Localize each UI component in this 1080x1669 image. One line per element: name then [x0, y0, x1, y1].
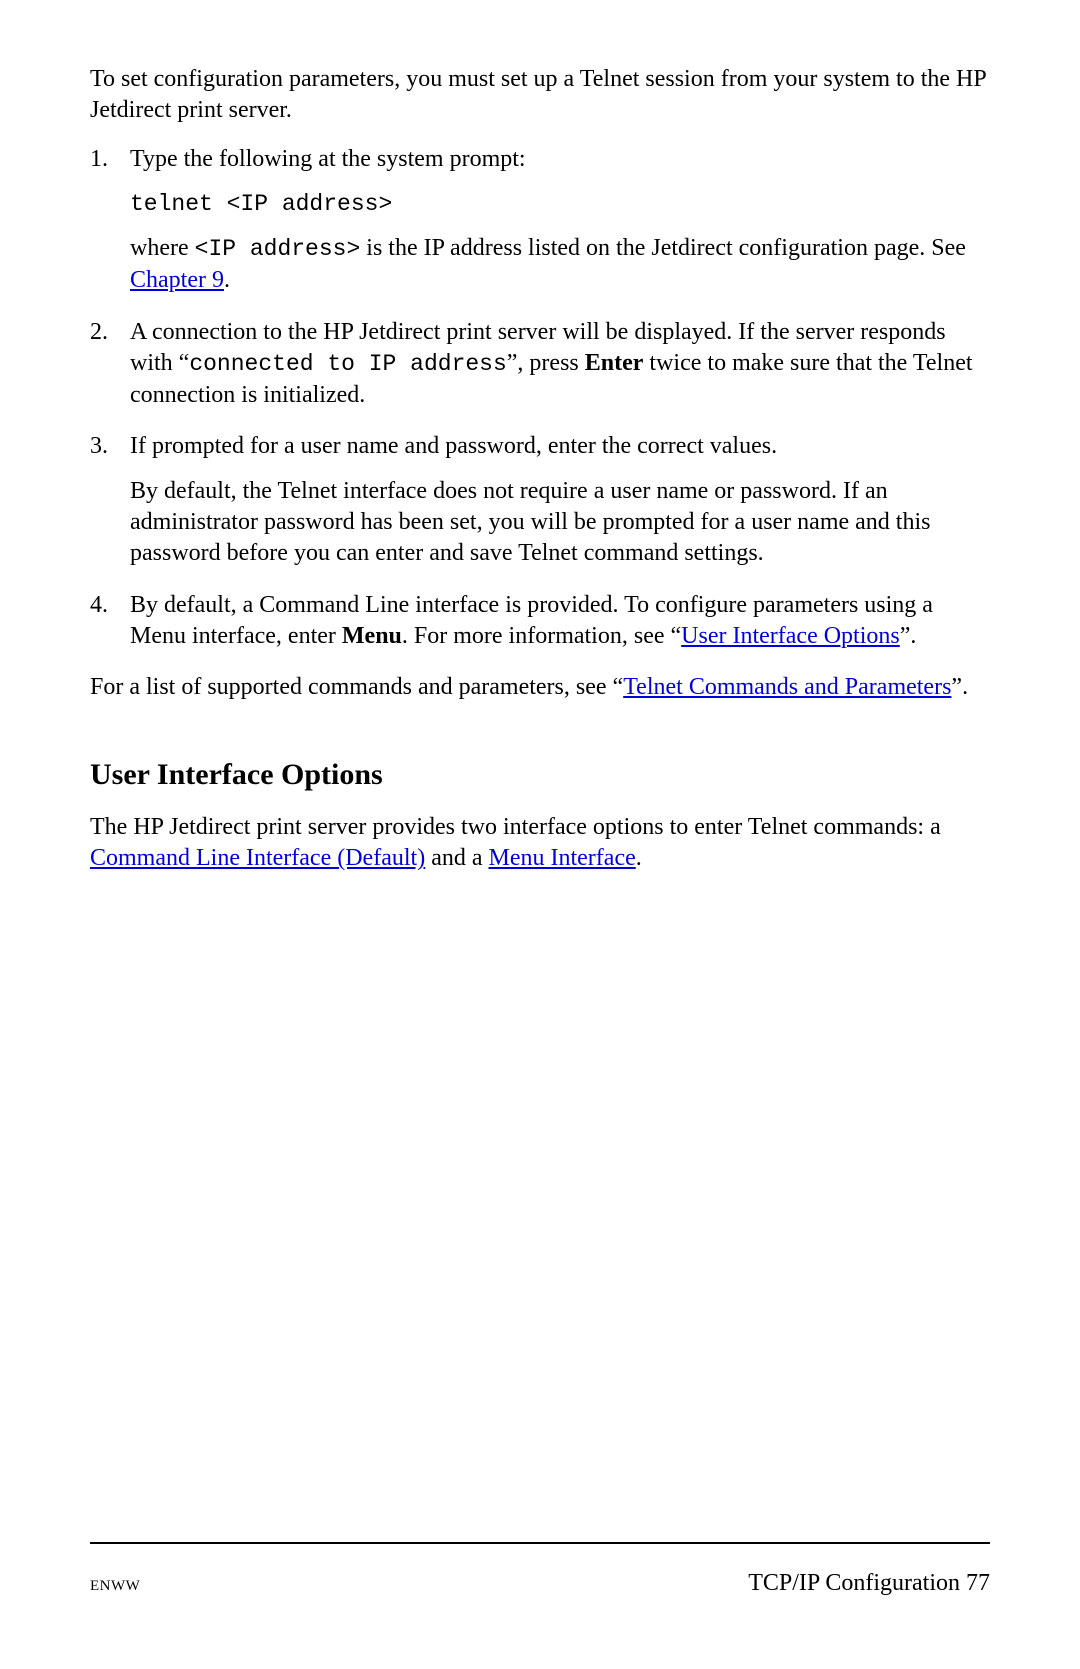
step-number: 2.	[90, 317, 130, 411]
step-4-text: By default, a Command Line interface is …	[130, 590, 990, 652]
page-number: 77	[966, 1570, 990, 1596]
cli-default-link[interactable]: Command Line Interface (Default)	[90, 845, 425, 871]
step-3-instruction: If prompted for a user name and password…	[130, 431, 990, 462]
menu-interface-link[interactable]: Menu Interface	[489, 845, 636, 871]
step-number: 3.	[90, 431, 130, 570]
telnet-command: telnet <IP address>	[130, 190, 990, 220]
step-number: 4.	[90, 590, 130, 652]
step-body: A connection to the HP Jetdirect print s…	[130, 317, 990, 411]
step-1: 1. Type the following at the system prom…	[90, 144, 990, 296]
ui-options-link[interactable]: User Interface Options	[681, 623, 900, 649]
step-4: 4. By default, a Command Line interface …	[90, 590, 990, 652]
ip-address-code: <IP address>	[195, 236, 361, 262]
step-1-instruction: Type the following at the system prompt:	[130, 144, 990, 175]
page-footer: ENWW TCP/IP Configuration 77	[90, 1542, 990, 1599]
text: ”, press	[507, 350, 585, 376]
telnet-commands-link[interactable]: Telnet Commands and Parameters	[623, 674, 951, 700]
text: ”.	[951, 674, 968, 700]
chapter-9-link[interactable]: Chapter 9	[130, 267, 224, 293]
menu-keyword: Menu	[342, 623, 402, 649]
step-body: If prompted for a user name and password…	[130, 431, 990, 570]
step-body: Type the following at the system prompt:…	[130, 144, 990, 296]
text: .	[224, 267, 230, 293]
step-2-text: A connection to the HP Jetdirect print s…	[130, 317, 990, 411]
ui-options-heading: User Interface Options	[90, 755, 990, 794]
step-1-where: where <IP address> is the IP address lis…	[130, 233, 990, 296]
text: is the IP address listed on the Jetdirec…	[360, 235, 966, 261]
ui-options-paragraph: The HP Jetdirect print server provides t…	[90, 812, 990, 874]
footer-left: ENWW	[90, 1577, 140, 1597]
step-number: 1.	[90, 144, 130, 296]
text: For a list of supported commands and par…	[90, 674, 623, 700]
connected-code: connected to IP address	[189, 351, 506, 377]
text: The HP Jetdirect print server provides t…	[90, 814, 941, 840]
step-3-note: By default, the Telnet interface does no…	[130, 476, 990, 570]
text: ”.	[900, 623, 917, 649]
enter-key: Enter	[585, 350, 644, 376]
text: and a	[425, 845, 488, 871]
footer-section-title: TCP/IP Configuration	[748, 1570, 966, 1596]
intro-paragraph: To set configuration parameters, you mus…	[90, 64, 990, 126]
text: .	[636, 845, 642, 871]
step-body: By default, a Command Line interface is …	[130, 590, 990, 652]
commands-reference: For a list of supported commands and par…	[90, 672, 990, 703]
text: . For more information, see “	[402, 623, 681, 649]
footer-right: TCP/IP Configuration 77	[748, 1568, 990, 1599]
steps-list: 1. Type the following at the system prom…	[90, 144, 990, 652]
step-3: 3. If prompted for a user name and passw…	[90, 431, 990, 570]
step-2: 2. A connection to the HP Jetdirect prin…	[90, 317, 990, 411]
text: where	[130, 235, 195, 261]
